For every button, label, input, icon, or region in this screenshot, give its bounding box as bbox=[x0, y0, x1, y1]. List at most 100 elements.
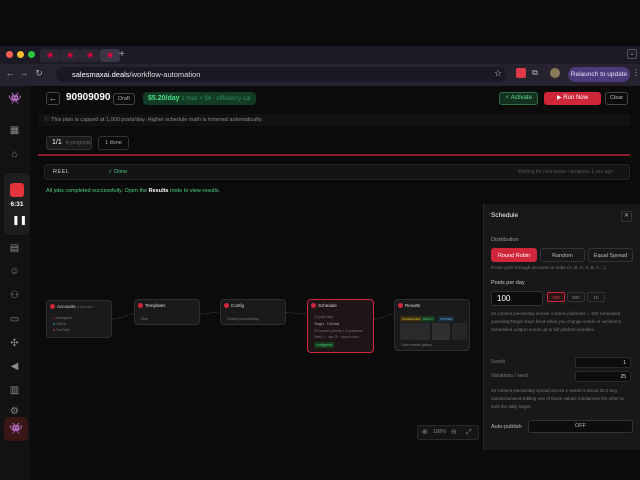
dashboard-icon[interactable]: ▦ bbox=[8, 124, 21, 137]
window-minimize-icon[interactable] bbox=[17, 51, 24, 58]
account-name: YouTube bbox=[56, 328, 70, 332]
node-accounts[interactable]: Accounts 4 selected ● Instagram ● TikTok… bbox=[46, 300, 112, 338]
preset-100-chip[interactable]: 100 bbox=[547, 292, 565, 302]
calendar-icon[interactable]: ▤ bbox=[8, 242, 21, 255]
play-icon: ▶ bbox=[557, 95, 562, 101]
node-results-title: Results bbox=[405, 303, 421, 308]
relaunch-button[interactable]: Relaunch to update bbox=[568, 67, 630, 82]
tab-search-icon[interactable]: ⌄ bbox=[627, 49, 637, 59]
window-maximize-icon[interactable] bbox=[28, 51, 35, 58]
node-title: Accounts 4 selected bbox=[57, 304, 93, 309]
posts-per-day-label: Posts per day bbox=[491, 280, 525, 286]
new-tab-icon[interactable]: + bbox=[119, 49, 125, 60]
random-option[interactable]: Random bbox=[540, 248, 585, 262]
app-logo-icon[interactable]: 👾 bbox=[6, 92, 24, 106]
variations-description: 25 content pieces/day spread across 1 se… bbox=[491, 388, 624, 409]
workflow-title[interactable]: 90909090 bbox=[66, 92, 111, 103]
account-name: TikTok bbox=[56, 322, 67, 326]
node-config-title: Config bbox=[231, 303, 245, 308]
results-badge: SCHEDULED bbox=[400, 316, 423, 322]
browser-tab-icon[interactable]: ◉ bbox=[60, 49, 80, 62]
jobs-complete-message: All jobs completed successfully. Open th… bbox=[46, 188, 220, 194]
node-schedule-line: To post /day bbox=[314, 315, 333, 319]
node-config-body: Default post settings bbox=[227, 317, 259, 321]
results-caption: Open results gallery bbox=[401, 343, 433, 347]
reload-icon[interactable]: ↻ bbox=[33, 68, 45, 79]
complete-text-results[interactable]: Results bbox=[149, 188, 169, 194]
megaphone-icon[interactable]: ◀ bbox=[8, 360, 21, 373]
activate-button[interactable]: ⚡ Activate bbox=[499, 92, 538, 105]
chat-icon[interactable]: ▭ bbox=[8, 313, 21, 326]
pause-icon[interactable]: ❚❚ bbox=[12, 215, 27, 226]
browser-tab-icon[interactable]: ◉ bbox=[40, 49, 60, 62]
cost-note: 1 max × $4 · efficiency cal bbox=[181, 96, 251, 102]
url-field[interactable]: salesmaxai.deals/workflow-automation bbox=[56, 67, 506, 82]
profile-avatar-icon[interactable] bbox=[550, 68, 560, 78]
extensions-puzzle-icon[interactable]: ⧉ bbox=[532, 68, 538, 78]
user-icon[interactable]: ⚇ bbox=[8, 289, 21, 302]
cost-value: $5.20/day bbox=[148, 95, 180, 102]
bookmark-star-icon[interactable]: ☆ bbox=[494, 68, 502, 79]
posts-per-day-input[interactable]: 100 bbox=[491, 291, 543, 306]
preset-1k-chip[interactable]: 1K bbox=[587, 292, 605, 302]
zoom-out-icon[interactable]: ⊖ bbox=[451, 426, 457, 439]
browser-menu-icon[interactable]: ⋮ bbox=[632, 68, 640, 77]
plugin-icon[interactable]: ✣ bbox=[8, 337, 21, 350]
fit-view-icon[interactable]: ⤢ bbox=[466, 426, 472, 439]
jobs-done-tab[interactable]: 1 done bbox=[98, 136, 129, 150]
browser-tab-active-icon[interactable]: ◉ bbox=[100, 49, 120, 62]
node-accounts-title: Accounts bbox=[57, 304, 76, 309]
distribution-label: Distribution bbox=[491, 237, 519, 243]
variations-input[interactable]: 25 bbox=[575, 371, 631, 382]
job-state: ✓ Done bbox=[108, 169, 127, 175]
activate-label: Activate bbox=[510, 95, 532, 101]
results-thumbnail[interactable] bbox=[432, 323, 450, 340]
cost-badge: $5.20/day 1 max × $4 · efficiency cal bbox=[143, 92, 256, 105]
node-accounts-tag: 4 selected bbox=[76, 305, 93, 309]
round-robin-option[interactable]: Round Robin bbox=[491, 248, 537, 262]
forward-arrow-icon[interactable]: → bbox=[18, 68, 30, 78]
users-icon[interactable]: ☺ bbox=[8, 265, 21, 278]
preset-500-chip[interactable]: 500 bbox=[567, 292, 585, 302]
account-name: Instagram bbox=[56, 316, 72, 320]
back-button[interactable]: ← bbox=[46, 92, 60, 105]
node-templates[interactable]: Templates Reel bbox=[134, 299, 200, 325]
jobs-count: 1/1 bbox=[52, 139, 62, 146]
results-thumbnail[interactable] bbox=[452, 323, 467, 340]
connector-schedule-results bbox=[373, 313, 395, 320]
zoom-in-icon[interactable]: ⊕ bbox=[422, 426, 428, 439]
distribution-description: Posts cycle through accounts in order (A… bbox=[491, 265, 607, 270]
graduation-cap-icon[interactable]: ⌂ bbox=[8, 148, 21, 161]
clear-button[interactable]: Clear bbox=[605, 92, 629, 105]
window-close-icon[interactable] bbox=[6, 51, 13, 58]
auto-publish-toggle[interactable]: OFF bbox=[528, 420, 633, 433]
extension-icon[interactable] bbox=[516, 68, 526, 78]
layout-icon[interactable]: ▥ bbox=[8, 384, 21, 397]
job-type: REEL bbox=[53, 169, 70, 175]
seeds-input[interactable]: 1 bbox=[575, 357, 631, 368]
node-schedule-title: Schedule bbox=[318, 303, 337, 308]
run-now-button[interactable]: ▶ Run Now bbox=[544, 92, 601, 105]
connector-templates-config bbox=[199, 311, 221, 315]
node-templates-body: Reel bbox=[141, 317, 149, 321]
equal-spread-option[interactable]: Equal Spread bbox=[588, 248, 633, 262]
job-waiting-note: Waiting for next lease • progress 1 sec … bbox=[518, 169, 613, 175]
plan-cap-notice: ⓘ This plan is capped at 1,000 posts/day… bbox=[38, 114, 630, 126]
close-icon[interactable]: ✕ bbox=[621, 211, 632, 222]
jobs-count-sub: in progress bbox=[65, 140, 91, 146]
node-badge-icon bbox=[398, 303, 403, 308]
node-schedule-line: 25 content pieces × 4 platforms bbox=[314, 329, 363, 333]
results-thumbnail[interactable] bbox=[400, 323, 430, 340]
notice-text: This plan is capped at 1,000 posts/day. … bbox=[50, 117, 263, 123]
workspace-logo-icon[interactable]: 👾 bbox=[4, 417, 28, 441]
node-schedule[interactable]: Schedule To post /day Target · 100/day 2… bbox=[307, 299, 374, 353]
jobs-progress-tab[interactable]: 1/1 in progress bbox=[46, 136, 92, 150]
node-badge-icon bbox=[138, 303, 143, 308]
back-arrow-icon[interactable]: ← bbox=[4, 68, 16, 78]
check-circle-icon: ✓ bbox=[108, 169, 113, 175]
url-path: /workflow-automation bbox=[129, 70, 201, 79]
node-config[interactable]: Config Default post settings bbox=[220, 299, 286, 325]
browser-tab-icon[interactable]: ◉ bbox=[80, 49, 100, 62]
stop-recording-button[interactable] bbox=[10, 183, 24, 197]
node-results[interactable]: Results SCHEDULED DRAFT POSTED Open resu… bbox=[394, 299, 470, 351]
